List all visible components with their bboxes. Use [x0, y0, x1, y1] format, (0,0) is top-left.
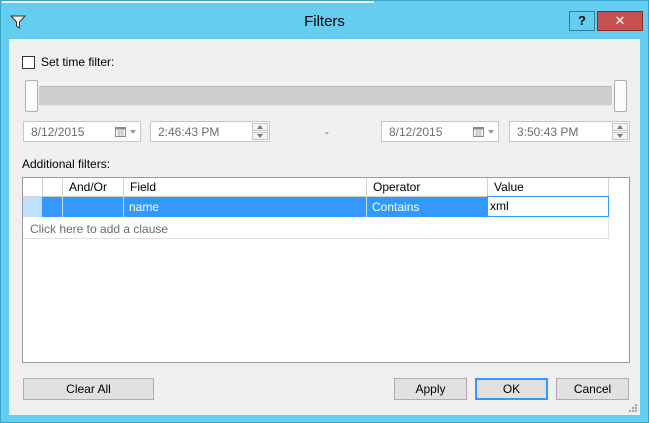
- additional-filters-label: Additional filters:: [22, 157, 111, 171]
- field-cell[interactable]: name: [124, 197, 367, 217]
- title-bar[interactable]: Filters ? ✕: [1, 1, 648, 39]
- column-header-operator[interactable]: Operator: [367, 178, 488, 197]
- end-time-value: 3:50:43 PM: [517, 125, 579, 139]
- add-clause-row[interactable]: Click here to add a clause: [23, 218, 609, 239]
- help-button[interactable]: ?: [569, 11, 595, 31]
- clear-all-button[interactable]: Clear All: [23, 378, 154, 400]
- cancel-button[interactable]: Cancel: [556, 378, 629, 400]
- start-time-spinner[interactable]: [252, 123, 268, 140]
- calendar-icon: [115, 127, 126, 137]
- spin-up-icon[interactable]: [612, 123, 628, 131]
- and-or-cell[interactable]: [63, 197, 124, 217]
- start-time-value: 2:46:43 PM: [158, 125, 220, 139]
- ok-button[interactable]: OK: [475, 378, 548, 400]
- apply-button[interactable]: Apply: [394, 378, 467, 400]
- end-time-spinner[interactable]: [612, 123, 628, 140]
- close-button[interactable]: ✕: [597, 11, 643, 31]
- chevron-down-icon[interactable]: [130, 130, 136, 134]
- row-selector[interactable]: [23, 197, 42, 217]
- time-range-slider[interactable]: [39, 86, 612, 106]
- time-filter-label: Set time filter:: [41, 55, 115, 69]
- spin-up-icon[interactable]: [252, 123, 268, 131]
- start-date-value: 8/12/2015: [31, 125, 85, 139]
- row-select-cell[interactable]: [43, 197, 63, 217]
- operator-cell[interactable]: Contains: [367, 197, 488, 217]
- end-time-picker[interactable]: 3:50:43 PM: [509, 121, 630, 142]
- row-header-corner: [23, 178, 43, 197]
- resize-grip-icon[interactable]: [628, 403, 638, 413]
- chevron-down-icon[interactable]: [488, 130, 494, 134]
- range-separator: -: [325, 125, 329, 139]
- filters-dialog: Filters ? ✕ Set time filter: 8/12/2015 2…: [0, 0, 649, 423]
- spin-down-icon[interactable]: [612, 132, 628, 140]
- dialog-client-area: Set time filter: 8/12/2015 2:46:43 PM - …: [9, 39, 640, 415]
- calendar-icon: [473, 127, 484, 137]
- spin-down-icon[interactable]: [252, 132, 268, 140]
- time-range-end-handle[interactable]: [614, 80, 627, 112]
- start-time-picker[interactable]: 2:46:43 PM: [150, 121, 270, 142]
- time-range-start-handle[interactable]: [25, 80, 38, 112]
- select-column-header: [43, 178, 63, 197]
- start-date-picker[interactable]: 8/12/2015: [23, 121, 141, 142]
- column-header-field[interactable]: Field: [124, 178, 367, 197]
- end-date-picker[interactable]: 8/12/2015: [381, 121, 499, 142]
- filter-clauses-grid[interactable]: And/Or Field Operator Value name Contain…: [22, 177, 630, 363]
- value-cell-editor[interactable]: xml: [487, 196, 609, 217]
- column-header-and-or[interactable]: And/Or: [63, 178, 124, 197]
- time-filter-checkbox[interactable]: [22, 56, 35, 69]
- grid-header: And/Or Field Operator Value: [23, 178, 609, 197]
- end-date-value: 8/12/2015: [389, 125, 443, 139]
- window-title: Filters: [304, 13, 345, 30]
- column-header-value[interactable]: Value: [488, 178, 609, 197]
